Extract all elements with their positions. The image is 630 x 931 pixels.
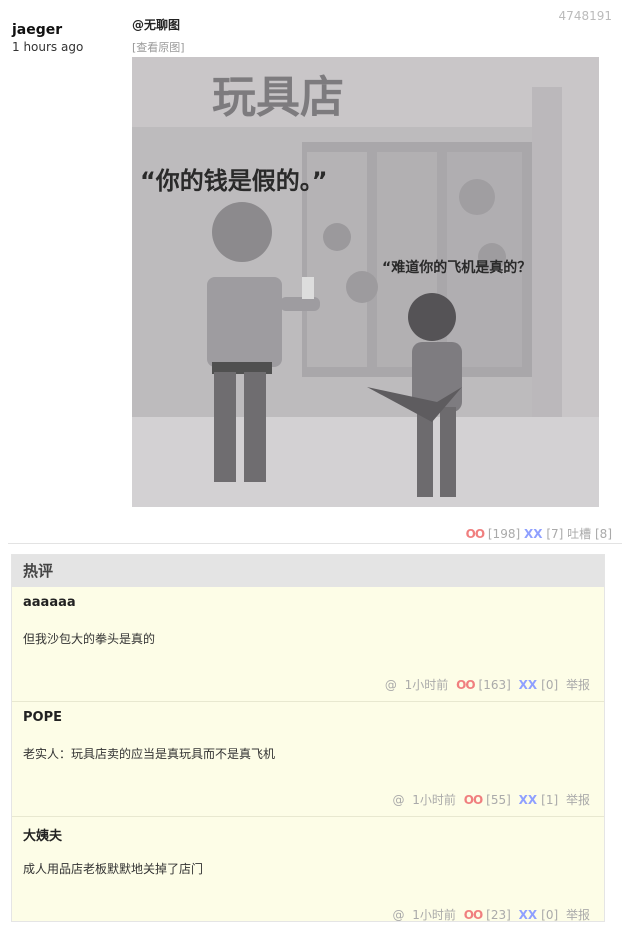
oo-count: [198] bbox=[487, 527, 521, 541]
post-id[interactable]: 4748191 bbox=[559, 9, 612, 23]
comment-item: 大姨夫 成人用品店老板默默地关掉了店门 @ 1小时前 OO [23] XX [0] … bbox=[12, 817, 604, 931]
post-vote-row: OO [198] XX [7] 吐槽 [8] bbox=[466, 525, 612, 542]
author-name[interactable]: jaeger bbox=[12, 22, 83, 38]
oo-vote-button[interactable]: OO bbox=[464, 793, 483, 807]
comment-author[interactable]: aaaaaa bbox=[23, 595, 76, 610]
xx-vote-button[interactable]: XX bbox=[524, 527, 543, 541]
comment-time: 1小时前 bbox=[404, 678, 449, 692]
author-block: jaeger 1 hours ago bbox=[12, 22, 83, 54]
oo-count: [55] bbox=[486, 793, 511, 807]
tucao-button[interactable]: 吐槽 bbox=[567, 527, 591, 541]
xx-count: [0] bbox=[541, 908, 559, 922]
post-time: 1 hours ago bbox=[12, 40, 84, 54]
xx-count: [0] bbox=[541, 678, 559, 692]
report-button[interactable]: 举报 bbox=[566, 908, 590, 922]
divider bbox=[8, 543, 622, 544]
comment-item: POPE 老实人：玩具店卖的应当是真玩具而不是真飞机 @ 1小时前 OO [55]… bbox=[12, 702, 604, 817]
hot-comments: 热评 aaaaaa 但我沙包大的拳头是真的 @ 1小时前 OO [163] XX[… bbox=[11, 554, 605, 922]
xx-vote-button[interactable]: XX bbox=[519, 678, 538, 692]
xx-vote-button[interactable]: XX bbox=[519, 908, 538, 922]
man-speech-text: “你的钱是假的。” bbox=[140, 167, 328, 195]
comment-time: 1小时前 bbox=[412, 793, 456, 807]
shop-sign-text: 玩具店 bbox=[212, 72, 344, 123]
comment-author[interactable]: 大姨夫 bbox=[23, 825, 62, 844]
comment-text: 成人用品店老板默默地关掉了店门 bbox=[23, 862, 204, 876]
reply-at-button[interactable]: @ bbox=[385, 678, 397, 692]
oo-count: [23] bbox=[486, 908, 511, 922]
oo-count: [163] bbox=[478, 678, 511, 692]
report-button[interactable]: 举报 bbox=[566, 793, 590, 807]
view-original-link[interactable]: [查看原图] bbox=[132, 39, 185, 55]
xx-count: [7] bbox=[546, 527, 564, 541]
oo-vote-button[interactable]: OO bbox=[464, 908, 483, 922]
hot-comments-title: 热评 bbox=[12, 555, 604, 587]
reply-at-button[interactable]: @ bbox=[392, 793, 404, 807]
oo-vote-button[interactable]: OO bbox=[456, 678, 475, 692]
xx-vote-button[interactable]: XX bbox=[519, 793, 538, 807]
comment-footer: @ 1小时前 OO [23] XX [0] 举报 bbox=[388, 906, 590, 923]
comment-footer: @ 1小时前 OO [163] XX [0] 举报 bbox=[381, 676, 590, 693]
tucao-count: [8] bbox=[595, 527, 612, 541]
boy-speech-text: “难道你的飞机是真的？ bbox=[382, 259, 531, 276]
report-button[interactable]: 举报 bbox=[566, 678, 590, 692]
reply-at-button[interactable]: @ bbox=[392, 908, 404, 922]
comment-text: 老实人：玩具店卖的应当是真玩具而不是真飞机 bbox=[23, 747, 276, 761]
oo-vote-button[interactable]: OO bbox=[466, 527, 485, 541]
post: jaeger 1 hours ago 4748191 @无聊图 [查看原图] 玩… bbox=[0, 0, 630, 545]
comment-footer: @ 1小时前 OO [55] XX [1] 举报 bbox=[388, 791, 590, 808]
comment-text: 但我沙包大的拳头是真的 bbox=[23, 632, 156, 646]
post-image[interactable]: 玩具店 “你的钱是假的。” “难道你的飞机是真的？ bbox=[132, 57, 599, 507]
comment-author[interactable]: POPE bbox=[23, 710, 62, 725]
comment-item: aaaaaa 但我沙包大的拳头是真的 @ 1小时前 OO [163] XX [0] … bbox=[12, 587, 604, 702]
comment-time: 1小时前 bbox=[412, 908, 456, 922]
category-tag[interactable]: @无聊图 bbox=[132, 16, 180, 33]
xx-count: [1] bbox=[541, 793, 559, 807]
